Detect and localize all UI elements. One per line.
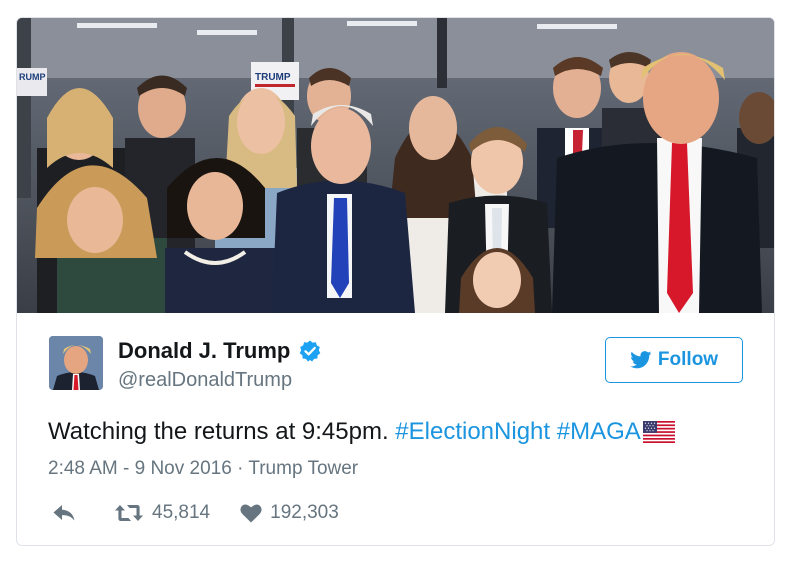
person-front-2 <box>165 158 275 313</box>
sign-left-text: RUMP <box>19 72 46 82</box>
author-name-text[interactable]: Donald J. Trump <box>118 338 290 364</box>
heart-icon <box>240 504 262 523</box>
reply-button[interactable] <box>52 504 76 522</box>
meta-separator: · <box>237 458 244 479</box>
tweet-body: Watching the returns at 9:45pm. <box>48 418 389 445</box>
twitter-bird-icon <box>630 351 652 369</box>
retweet-button[interactable]: 45,814 <box>114 502 210 524</box>
retweet-icon <box>115 505 143 521</box>
follow-button[interactable]: Follow <box>605 337 743 383</box>
hashtag-maga[interactable]: #MAGA <box>557 418 641 446</box>
retweet-count: 45,814 <box>152 502 211 523</box>
group-photo-image: RUMP TRUMP <box>17 18 774 313</box>
follow-button-label[interactable]: Follow <box>658 349 718 371</box>
tweet-photo[interactable]: RUMP TRUMP <box>17 18 774 313</box>
author-avatar[interactable] <box>49 336 103 390</box>
verified-badge-icon <box>300 340 321 362</box>
author-name[interactable]: Donald J. Trump <box>118 338 322 364</box>
avatar-image <box>49 336 103 390</box>
like-button[interactable]: 192,303 <box>240 502 339 524</box>
tweet-card: RUMP TRUMP Donald J. Trump @realDonaldTr… <box>16 17 775 546</box>
tweet-meta: 2:48 AM - 9 Nov 2016 · Trump Tower <box>48 458 358 480</box>
tweet-actions: 45,814 192,303 <box>48 499 339 527</box>
us-flag-icon <box>642 421 675 443</box>
like-count: 192,303 <box>270 502 339 523</box>
sign-right-text: TRUMP <box>255 72 291 83</box>
tweet-location[interactable]: Trump Tower <box>248 458 358 479</box>
reply-icon <box>53 505 75 521</box>
hashtag-electionnight[interactable]: #ElectionNight <box>395 418 550 446</box>
tweet-text: Watching the returns at 9:45pm. #Electio… <box>48 418 675 446</box>
tweet-timestamp[interactable]: 2:48 AM - 9 Nov 2016 <box>48 458 232 479</box>
author-handle[interactable]: @realDonaldTrump <box>118 369 292 392</box>
